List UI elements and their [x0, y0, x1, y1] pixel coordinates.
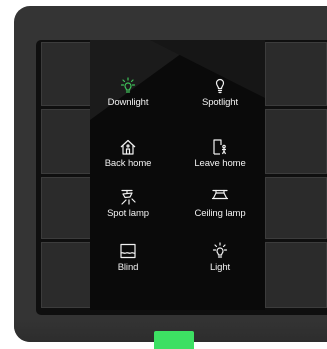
blind-icon — [120, 243, 136, 259]
downlight-icon — [120, 77, 136, 93]
scene-label: Spotlight — [201, 97, 239, 108]
scene-label: Light — [209, 262, 231, 273]
right-button-3[interactable] — [265, 177, 327, 239]
scene-back-home[interactable]: Back home — [90, 138, 171, 169]
scene-light[interactable]: Light — [177, 242, 263, 273]
back-home-icon — [120, 139, 136, 155]
scene-leave-home[interactable]: Leave home — [177, 138, 263, 169]
left-button-1[interactable] — [41, 42, 91, 106]
scene-label: Back home — [104, 158, 152, 169]
scene-label: Blind — [117, 262, 139, 273]
left-button-3[interactable] — [41, 177, 91, 239]
scene-blind[interactable]: Blind — [90, 242, 171, 273]
scene-ceiling-lamp[interactable]: Ceiling lamp — [177, 188, 263, 219]
scene-label: Ceiling lamp — [194, 208, 246, 219]
touch-screen: Downlight Spotlight Back home Leave home… — [90, 40, 265, 310]
scene-label: Spot lamp — [107, 208, 149, 219]
ceiling-lamp-icon — [211, 189, 229, 200]
right-button-4[interactable] — [265, 242, 327, 308]
status-led — [154, 331, 194, 349]
left-button-4[interactable] — [41, 242, 91, 308]
right-button-1[interactable] — [265, 42, 327, 106]
left-button-2[interactable] — [41, 109, 91, 174]
right-button-2[interactable] — [265, 109, 327, 174]
scene-spotlight[interactable]: Spotlight — [177, 77, 263, 108]
scene-label: Leave home — [194, 158, 246, 169]
spot-lamp-icon — [121, 189, 136, 205]
leave-home-icon — [213, 139, 227, 155]
scene-spot-lamp[interactable]: Spot lamp — [90, 188, 171, 219]
spotlight-icon — [215, 78, 225, 94]
light-icon — [212, 242, 228, 258]
scene-label: Downlight — [107, 97, 149, 108]
scene-downlight[interactable]: Downlight — [90, 77, 171, 108]
